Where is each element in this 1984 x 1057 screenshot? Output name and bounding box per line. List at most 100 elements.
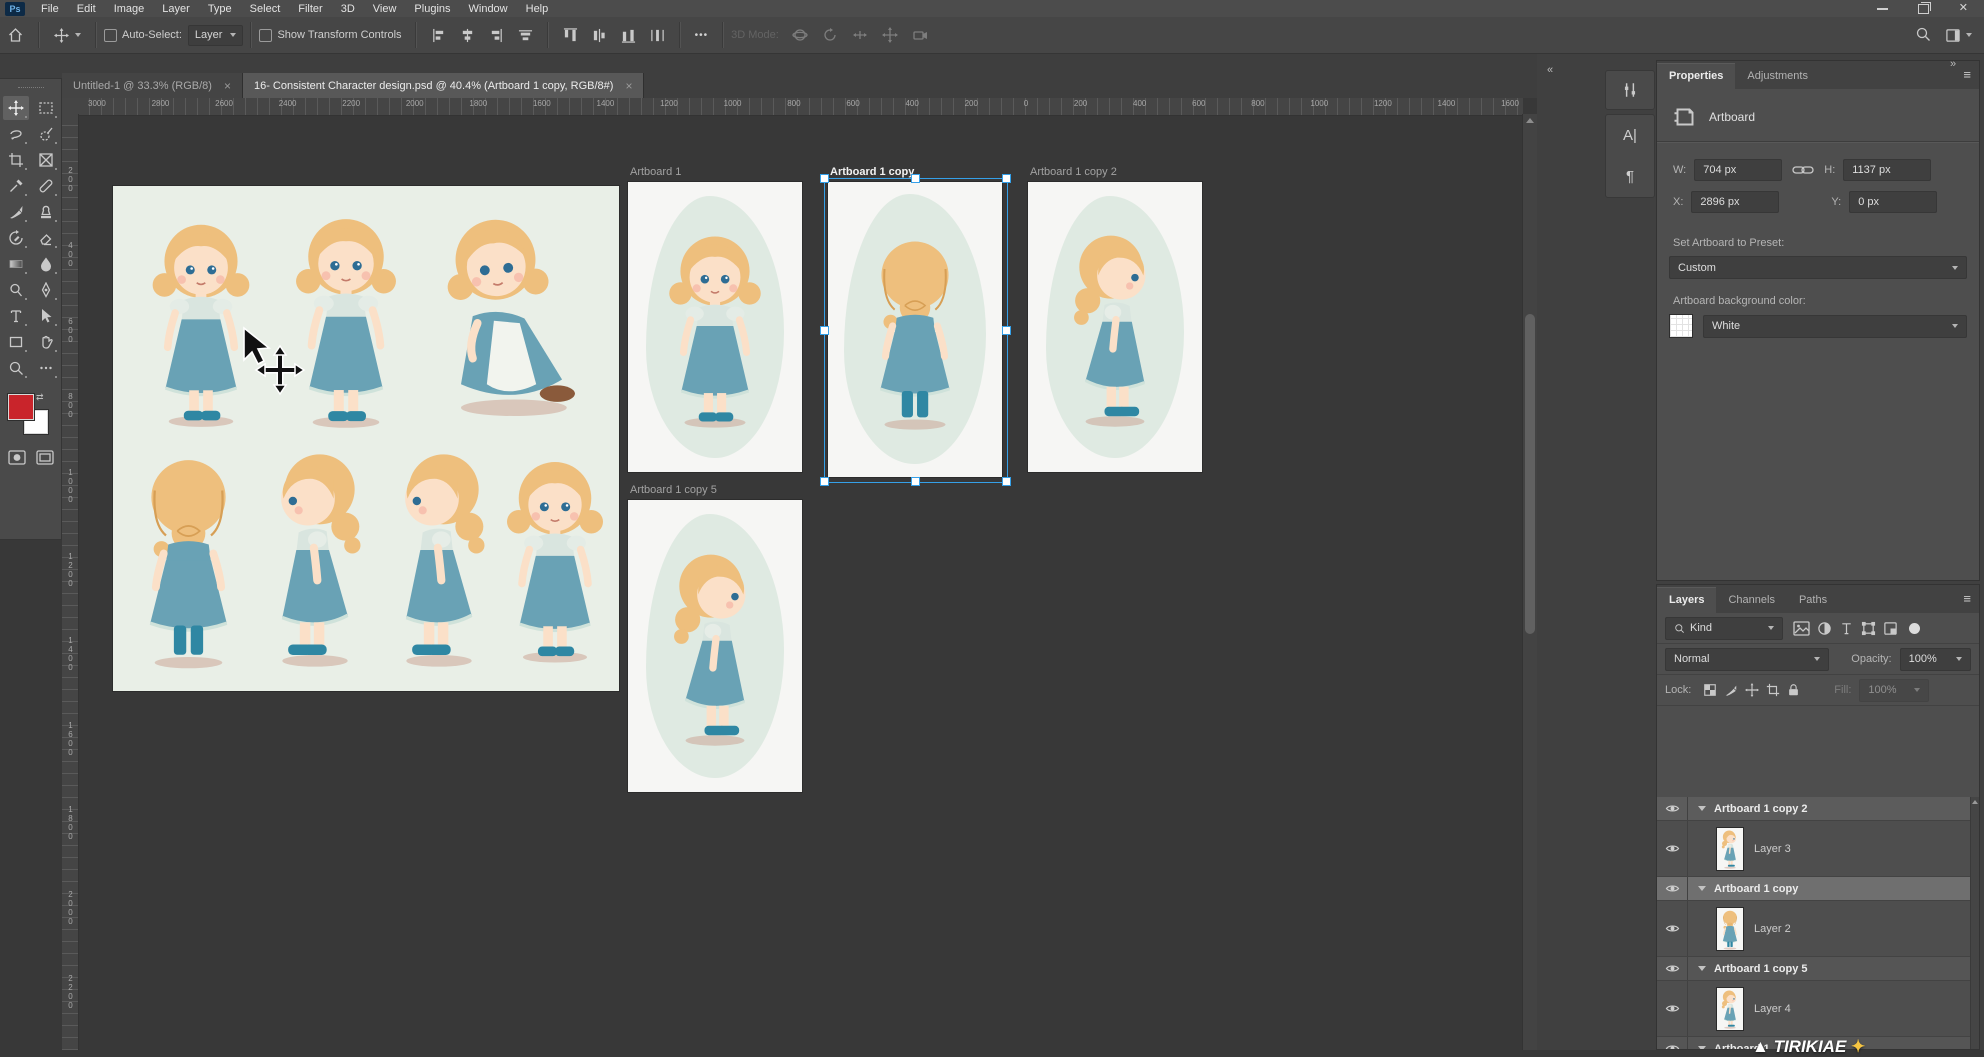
filter-smart-objects-icon[interactable] (1883, 621, 1898, 636)
artboard-label[interactable]: Artboard 1 copy 2 (1030, 166, 1117, 178)
menu-item-view[interactable]: View (364, 3, 406, 15)
visibility-eye-icon[interactable] (1657, 981, 1688, 1036)
layer-filter-toggle[interactable] (1909, 623, 1920, 634)
type-tool[interactable] (3, 304, 29, 328)
marquee-tool[interactable] (33, 96, 59, 120)
tab-channels[interactable]: Channels (1716, 588, 1786, 613)
lock-image-icon[interactable] (1724, 683, 1738, 697)
artboard-1[interactable] (628, 182, 802, 472)
distribute-spacing-button[interactable] (643, 20, 672, 50)
align-left-edges-button[interactable] (424, 20, 453, 50)
brush-tool[interactable] (3, 200, 29, 224)
close-icon[interactable]: ✕ (1959, 3, 1968, 14)
hand-tool[interactable] (33, 330, 59, 354)
visibility-eye-icon[interactable] (1657, 821, 1688, 876)
document-tab-character-design[interactable]: 16- Consistent Character design.psd @ 40… (243, 73, 645, 98)
layer-group-row[interactable]: Artboard 1 copy 5 (1657, 957, 1971, 981)
selection-handle[interactable] (820, 477, 829, 486)
opacity-field[interactable]: 100% (1900, 648, 1971, 671)
tab-adjustments[interactable]: Adjustments (1735, 64, 1820, 89)
lock-all-icon[interactable] (1787, 683, 1800, 697)
3d-camera-icon[interactable] (905, 20, 935, 50)
visibility-eye-icon[interactable] (1657, 957, 1688, 980)
search-icon[interactable] (1915, 26, 1931, 45)
selection-handle[interactable] (1002, 477, 1011, 486)
workspace-switcher-button[interactable] (1945, 28, 1972, 43)
link-dimensions-icon[interactable] (1792, 163, 1814, 177)
distribute-vertical-centers-button[interactable] (585, 20, 614, 50)
clone-stamp-tool[interactable] (33, 200, 59, 224)
eyedropper-tool[interactable] (3, 174, 29, 198)
distribute-top-edges-button[interactable] (556, 20, 585, 50)
home-button[interactable] (0, 20, 31, 50)
layers-scrollbar[interactable] (1970, 797, 1979, 1049)
menu-item-image[interactable]: Image (105, 3, 154, 15)
canvas-vertical-scrollbar[interactable] (1522, 114, 1537, 1050)
3d-pan-icon[interactable] (845, 20, 875, 50)
expand-panels-icon[interactable]: » (1950, 58, 1956, 70)
lock-artboard-nesting-icon[interactable] (1766, 683, 1780, 697)
horizontal-ruler[interactable]: 3000280026002400220020001800160014001200… (78, 98, 1523, 116)
lock-position-icon[interactable] (1745, 683, 1759, 697)
tab-close-icon[interactable]: × (224, 79, 231, 93)
artboard-bg-color-swatch[interactable] (1669, 314, 1693, 338)
chevron-down-icon[interactable] (1698, 966, 1706, 971)
chevron-down-icon[interactable] (1698, 806, 1706, 811)
path-selection-tool[interactable] (33, 304, 59, 328)
filter-shape-layers-icon[interactable] (1861, 621, 1876, 636)
layer-thumbnail[interactable] (1716, 907, 1744, 951)
artboard-bg-color-dropdown[interactable]: White (1703, 315, 1967, 338)
crop-tool[interactable] (3, 148, 29, 172)
y-field[interactable]: 0 px (1849, 191, 1937, 213)
foreground-color-swatch[interactable] (8, 394, 34, 420)
selection-handle[interactable] (911, 477, 920, 486)
tab-properties[interactable]: Properties (1657, 63, 1735, 89)
menu-item-type[interactable]: Type (199, 3, 241, 15)
menu-item-layer[interactable]: Layer (153, 3, 199, 15)
artboard-label-selected[interactable]: Artboard 1 copy (830, 166, 914, 178)
artboard-1-copy-5[interactable] (628, 500, 802, 792)
blend-mode-dropdown[interactable]: Normal (1665, 648, 1829, 671)
visibility-eye-icon[interactable] (1657, 1037, 1688, 1049)
visibility-eye-icon[interactable] (1657, 797, 1688, 820)
x-field[interactable]: 2896 px (1691, 191, 1779, 213)
screen-mode-button[interactable] (36, 450, 54, 470)
width-field[interactable]: 704 px (1694, 159, 1782, 181)
healing-brush-tool[interactable] (33, 174, 59, 198)
layer-row[interactable]: Layer 4 (1657, 981, 1971, 1037)
toolbar-grip[interactable] (18, 87, 44, 90)
visibility-eye-icon[interactable] (1657, 901, 1688, 956)
lock-transparency-icon[interactable] (1703, 683, 1717, 697)
selection-handle[interactable] (1002, 174, 1011, 183)
auto-select-target-dropdown[interactable]: Layer (188, 25, 244, 46)
align-right-edges-button[interactable] (482, 20, 511, 50)
menu-item-file[interactable]: File (32, 3, 68, 15)
tab-layers[interactable]: Layers (1657, 587, 1716, 613)
gradient-tool[interactable] (3, 252, 29, 276)
history-brush-tool[interactable] (3, 226, 29, 250)
lasso-tool[interactable] (3, 122, 29, 146)
selection-handle[interactable] (1002, 326, 1011, 335)
pen-tool[interactable] (33, 278, 59, 302)
vertical-ruler[interactable]: 2004006008001000120014001600180020002200 (62, 114, 79, 1050)
layer-thumbnail[interactable] (1716, 987, 1744, 1031)
layer-filter-kind-dropdown[interactable]: Kind (1665, 617, 1783, 640)
paragraph-panel-icon[interactable]: ¶ (1613, 161, 1647, 193)
3d-orbit-icon[interactable] (785, 20, 815, 50)
3d-roll-icon[interactable] (815, 20, 845, 50)
quick-selection-tool[interactable] (33, 122, 59, 146)
layer-group-row[interactable]: Artboard 1 copy (1657, 877, 1971, 901)
artboard-reference-sheet[interactable] (113, 186, 619, 691)
frame-tool[interactable] (33, 148, 59, 172)
tab-paths[interactable]: Paths (1787, 588, 1839, 613)
chevron-down-icon[interactable] (1698, 886, 1706, 891)
artboard-1-copy-2[interactable] (1028, 182, 1202, 472)
3d-slide-icon[interactable] (875, 20, 905, 50)
dodge-tool[interactable] (3, 278, 29, 302)
menu-item-plugins[interactable]: Plugins (405, 3, 459, 15)
menu-item-filter[interactable]: Filter (289, 3, 331, 15)
chevron-down-icon[interactable] (1698, 1046, 1706, 1049)
layer-thumbnail[interactable] (1716, 827, 1744, 871)
document-tab-untitled[interactable]: Untitled-1 @ 33.3% (RGB/8) × (62, 73, 243, 98)
quick-mask-button[interactable] (8, 450, 26, 470)
